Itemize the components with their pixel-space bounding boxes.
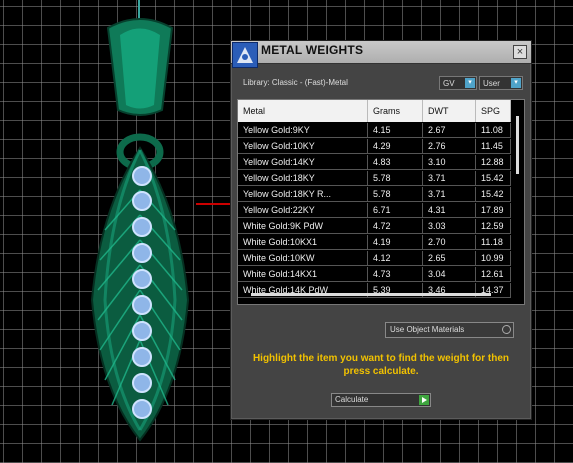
- cell-metal: Yellow Gold:22KY: [238, 203, 368, 218]
- cell-spg: 15.42: [476, 171, 511, 186]
- cell-grams: 4.19: [368, 235, 423, 250]
- column-header-dwt[interactable]: DWT: [423, 100, 476, 122]
- library-label: Library: Classic - (Fast)-Metal: [243, 78, 348, 87]
- calculate-button[interactable]: Calculate: [331, 393, 431, 407]
- window-title: METAL WEIGHTS: [261, 43, 364, 57]
- cell-dwt: 3.04: [423, 267, 476, 282]
- cell-spg: 12.61: [476, 267, 511, 282]
- app-logo-icon: [232, 42, 258, 68]
- table-row[interactable]: Yellow Gold:10KY 4.29 2.76 11.45: [238, 139, 511, 154]
- cell-grams: 4.15: [368, 123, 423, 138]
- use-object-materials-toggle[interactable]: Use Object Materials: [385, 322, 514, 338]
- cell-metal: Yellow Gold:14KY: [238, 155, 368, 170]
- table-row[interactable]: Yellow Gold:22KY 6.71 4.31 17.89: [238, 203, 511, 218]
- vertical-scrollbar[interactable]: [512, 100, 524, 304]
- cell-spg: 15.42: [476, 187, 511, 202]
- cell-metal: White Gold:10KX1: [238, 235, 368, 250]
- cell-dwt: 2.65: [423, 251, 476, 266]
- cell-grams: 5.78: [368, 171, 423, 186]
- cell-metal: Yellow Gold:18KY: [238, 171, 368, 186]
- user-dropdown[interactable]: User ▾: [479, 76, 523, 90]
- cell-grams: 4.72: [368, 219, 423, 234]
- cell-metal: Yellow Gold:9KY: [238, 123, 368, 138]
- table-row[interactable]: Yellow Gold:14KY 4.83 3.10 12.88: [238, 155, 511, 170]
- units-dropdown[interactable]: GV ▾: [439, 76, 477, 90]
- table-row[interactable]: White Gold:14KX1 4.73 3.04 12.61: [238, 267, 511, 282]
- scrollbar-thumb[interactable]: [516, 116, 519, 174]
- cell-grams: 4.73: [368, 267, 423, 282]
- metal-weights-window[interactable]: METAL WEIGHTS × Library: Classic - (Fast…: [230, 40, 532, 420]
- table-row[interactable]: Yellow Gold:18KY 5.78 3.71 15.42: [238, 171, 511, 186]
- use-object-materials-label: Use Object Materials: [390, 325, 465, 334]
- table-row[interactable]: White Gold:9K PdW 4.72 3.03 12.59: [238, 219, 511, 234]
- user-dropdown-value: User: [483, 79, 500, 88]
- cell-dwt: 2.67: [423, 123, 476, 138]
- table-header: Metal Grams DWT SPG: [238, 100, 511, 122]
- cell-grams: 5.78: [368, 187, 423, 202]
- cell-dwt: 3.71: [423, 187, 476, 202]
- cell-dwt: 2.76: [423, 139, 476, 154]
- title-bar[interactable]: METAL WEIGHTS ×: [231, 41, 531, 68]
- cell-grams: 6.71: [368, 203, 423, 218]
- table-row[interactable]: White Gold:10KW 4.12 2.65 10.99: [238, 251, 511, 266]
- cell-spg: 11.18: [476, 235, 511, 250]
- cell-dwt: 3.10: [423, 155, 476, 170]
- cell-spg: 11.08: [476, 123, 511, 138]
- cell-grams: 4.29: [368, 139, 423, 154]
- radio-icon: [502, 325, 511, 334]
- horizontal-scrollbar[interactable]: [251, 293, 491, 296]
- table-row[interactable]: White Gold:10KX1 4.19 2.70 11.18: [238, 235, 511, 250]
- cell-grams: 4.83: [368, 155, 423, 170]
- instruction-text: Highlight the item you want to find the …: [252, 353, 510, 377]
- cell-spg: 10.99: [476, 251, 511, 266]
- cell-dwt: 2.70: [423, 235, 476, 250]
- cell-dwt: 3.03: [423, 219, 476, 234]
- cell-dwt: 4.31: [423, 203, 476, 218]
- cell-metal: White Gold:14KX1: [238, 267, 368, 282]
- units-dropdown-value: GV: [443, 79, 455, 88]
- cell-metal: White Gold:9K PdW: [238, 219, 368, 234]
- cell-metal: Yellow Gold:10KY: [238, 139, 368, 154]
- table-row[interactable]: Yellow Gold:18KY R... 5.78 3.71 15.42: [238, 187, 511, 202]
- cell-spg: 11.45: [476, 139, 511, 154]
- cell-dwt: 3.71: [423, 171, 476, 186]
- metal-weights-table[interactable]: Metal Grams DWT SPG Yellow Gold:9KY 4.15 2…: [237, 99, 525, 305]
- calculate-label: Calculate: [335, 395, 369, 404]
- cell-metal: White Gold:10KW: [238, 251, 368, 266]
- chevron-down-icon: ▾: [465, 78, 475, 88]
- cell-spg: 12.88: [476, 155, 511, 170]
- close-icon[interactable]: ×: [513, 45, 527, 59]
- table-row[interactable]: Yellow Gold:9KY 4.15 2.67 11.08: [238, 123, 511, 138]
- column-header-metal[interactable]: Metal: [238, 100, 368, 122]
- play-icon: [419, 395, 429, 405]
- chevron-down-icon: ▾: [511, 78, 521, 88]
- cell-metal: Yellow Gold:18KY R...: [238, 187, 368, 202]
- column-header-spg[interactable]: SPG: [476, 100, 511, 122]
- cell-spg: 17.89: [476, 203, 511, 218]
- pendant-model[interactable]: [80, 0, 230, 450]
- column-header-grams[interactable]: Grams: [368, 100, 423, 122]
- cell-spg: 12.59: [476, 219, 511, 234]
- cell-grams: 4.12: [368, 251, 423, 266]
